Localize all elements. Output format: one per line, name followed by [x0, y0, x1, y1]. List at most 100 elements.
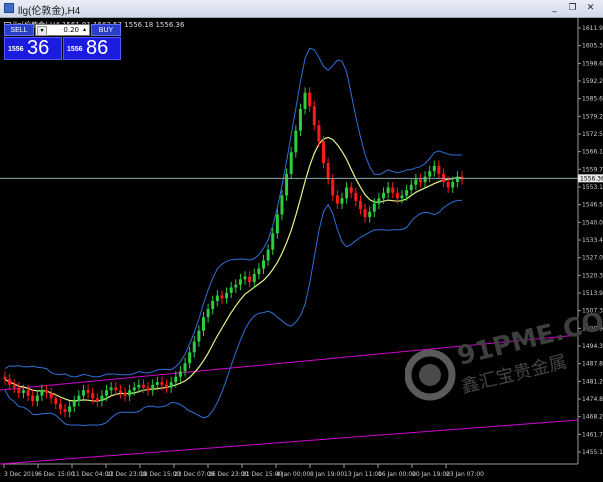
bollinger-middle-line	[4, 136, 462, 402]
candle-body	[437, 165, 441, 174]
candle-body	[77, 395, 81, 402]
candle-body	[26, 390, 30, 396]
candle-body	[322, 141, 326, 164]
price-tick-label: 1546.50	[582, 202, 603, 209]
price-tick-label: 1553.10	[582, 184, 603, 191]
candle-body	[395, 192, 399, 199]
candle-body	[418, 179, 422, 182]
price-tick-label: 1507.30	[582, 308, 603, 315]
price-tick-label: 1533.40	[582, 237, 603, 244]
candle-body	[100, 395, 104, 402]
chart-window: llg(伦敦金),H4 _ ❐ ✕ 1611.951605.301598.651…	[0, 0, 603, 482]
candle-body	[271, 233, 275, 250]
candle-body	[215, 295, 219, 301]
candle-body	[132, 387, 136, 391]
time-tick-label: 16 Jan 00:00	[378, 471, 416, 478]
candle-body	[234, 284, 238, 288]
price-tick-label: 1585.60	[582, 96, 603, 103]
sell-button[interactable]: SELL	[4, 24, 34, 36]
candle-body	[3, 376, 7, 380]
candle-body	[289, 152, 293, 174]
candle-body	[238, 279, 242, 285]
candle-body	[160, 382, 164, 385]
one-click-trading-panel: SELL ▾ 0.20 ▴ BUY 1556 36 1556 86	[4, 24, 121, 60]
price-tick-label: 1592.25	[582, 78, 603, 85]
lot-size-stepper[interactable]: ▾ 0.20 ▴	[35, 24, 90, 36]
price-tick-label: 1500.90	[582, 325, 603, 332]
candle-body	[331, 179, 335, 196]
candle-body	[405, 190, 409, 196]
candle-body	[248, 276, 252, 283]
candle-body	[312, 106, 316, 126]
channel-upper-line	[0, 334, 579, 391]
candle-body	[451, 181, 455, 188]
price-chart[interactable]: 1611.95 1605.30 1598.65 1592.25 1585.60 1579.…	[0, 0, 603, 482]
lot-increase-icon[interactable]: ▴	[81, 26, 88, 34]
candle-body	[21, 390, 25, 393]
price-tick-label: 1527.00	[582, 255, 603, 262]
candle-body	[201, 317, 205, 331]
candle-body	[243, 276, 247, 280]
candle-body	[428, 171, 432, 177]
candle-body	[285, 173, 289, 196]
candle-body	[257, 268, 261, 274]
candle-body	[169, 382, 173, 388]
bollinger-lower-band	[4, 199, 462, 427]
candle-body	[266, 249, 270, 261]
time-tick-label: 20 Jan 19:00	[412, 471, 450, 478]
price-tick-label: 1513.95	[582, 290, 603, 297]
price-tick-label: 1468.20	[582, 414, 603, 421]
buy-price-quote[interactable]: 1556 86	[63, 37, 121, 60]
time-tick-label: 4 Jan 00:00	[276, 471, 310, 478]
candle-body	[275, 214, 279, 234]
candle-body	[188, 352, 192, 364]
channel-lower-line	[0, 419, 579, 465]
candle-body	[8, 379, 12, 385]
candle-body	[377, 198, 381, 204]
candle-body	[183, 363, 187, 372]
candle-body	[349, 187, 353, 193]
lot-size-value[interactable]: 0.20	[63, 25, 79, 36]
candle-body	[220, 295, 224, 299]
candle-body	[81, 390, 85, 396]
price-tick-label: 1461.75	[582, 431, 603, 438]
candle-body	[68, 406, 72, 412]
price-tick-label: 1598.65	[582, 60, 603, 67]
candle-body	[317, 125, 321, 142]
candle-body	[391, 187, 395, 193]
candle-body	[197, 330, 201, 342]
candle-body	[368, 211, 372, 218]
bollinger-upper-band	[4, 47, 462, 378]
candle-body	[446, 181, 450, 188]
lot-decrease-icon[interactable]: ▾	[37, 26, 47, 36]
candle-body	[298, 108, 302, 131]
sell-price-quote[interactable]: 1556 36	[4, 37, 62, 60]
candle-body	[303, 92, 307, 109]
sell-price-prefix: 1556	[8, 46, 24, 53]
candle-body	[45, 390, 49, 393]
candle-body	[225, 292, 229, 299]
candle-body	[155, 382, 159, 385]
price-tick-label: 1572.55	[582, 131, 603, 138]
time-tick-label: 6 Dec 15:00	[38, 471, 75, 478]
candle-body	[414, 179, 418, 185]
time-tick-label: 13 Jan 11:00	[344, 471, 382, 478]
price-tick-label: 1494.30	[582, 343, 603, 350]
candle-body	[141, 384, 145, 388]
buy-price-big: 86	[86, 37, 109, 59]
candle-body	[128, 390, 132, 396]
candle-body	[86, 390, 90, 393]
candle-body	[178, 371, 182, 377]
price-tick-label: 1559.70	[582, 166, 603, 173]
candle-body	[146, 387, 150, 391]
buy-button[interactable]: BUY	[91, 24, 121, 36]
candle-body	[49, 392, 53, 399]
price-tick-label: 1540.05	[582, 219, 603, 226]
candle-body	[151, 384, 155, 391]
candle-body	[105, 390, 109, 396]
price-tick-label: 1611.95	[582, 25, 603, 32]
price-tick-label: 1481.25	[582, 378, 603, 385]
candle-body	[358, 200, 362, 210]
price-tick-label: 1474.80	[582, 396, 603, 403]
price-tick-label: 1455.15	[582, 449, 603, 456]
